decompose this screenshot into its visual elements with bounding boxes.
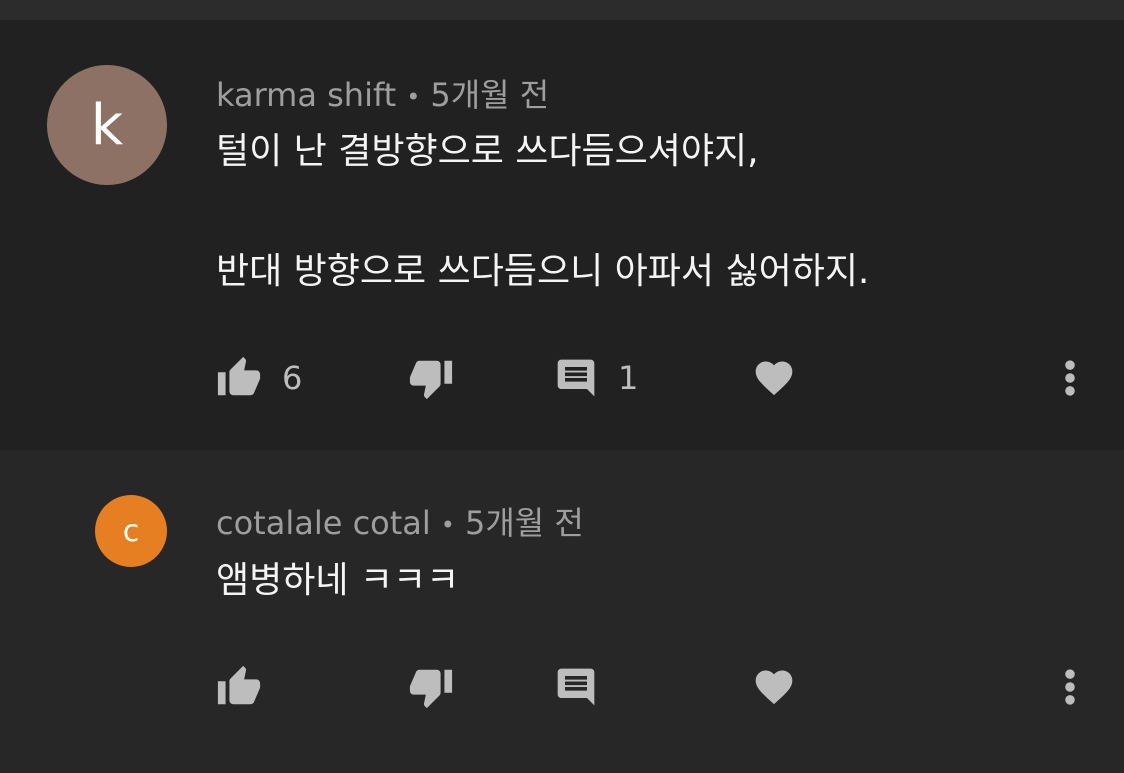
comment-text: 앰병하네 ㅋㅋㅋ [216, 551, 459, 611]
meta-separator: • [440, 511, 455, 539]
comment-author[interactable]: cotalale cotal [216, 504, 431, 542]
top-divider [0, 0, 1124, 20]
comment-text-line: 털이 난 결방향으로 쓰다듬으셔야지, [216, 131, 759, 172]
heart-icon [755, 361, 793, 396]
comment-text-line: 앰병하네 ㅋㅋㅋ [216, 560, 460, 601]
avatar[interactable]: c [95, 495, 167, 567]
comment-item: k karma shift • 5개월 전 털이 난 결방향으로 쓰다듬으셔야지, … [0, 20, 1124, 450]
comment-meta: cotalale cotal • 5개월 전 [216, 498, 584, 544]
like-count: 6 [282, 359, 303, 397]
dislike-button[interactable] [408, 348, 454, 408]
comment-meta: karma shift • 5개월 전 [216, 70, 549, 116]
dislike-button[interactable] [408, 657, 454, 717]
more-vert-icon [1065, 669, 1075, 705]
comment-icon [557, 668, 595, 706]
comment-item: c cotalale cotal • 5개월 전 앰병하네 ㅋㅋㅋ [0, 450, 1124, 773]
more-button[interactable] [1058, 348, 1082, 408]
reply-count: 1 [618, 359, 639, 397]
comment-time: 5개월 전 [430, 76, 550, 114]
comment-text-line: 반대 방향으로 쓰다듬으니 아파서 싫어하지. [216, 251, 870, 292]
thumbs-down-icon [409, 360, 453, 400]
heart-button[interactable] [752, 348, 796, 408]
heart-icon [755, 670, 793, 705]
avatar-letter: k [90, 92, 124, 158]
comment-actions [0, 657, 1124, 717]
comment-time: 5개월 전 [464, 504, 584, 542]
reply-button[interactable] [554, 657, 618, 717]
comment-text-line [216, 182, 869, 242]
comment-actions: 6 1 [0, 348, 1124, 408]
reply-button[interactable]: 1 [554, 348, 638, 408]
thumbs-down-icon [409, 669, 453, 709]
heart-button[interactable] [752, 657, 796, 717]
comment-text: 털이 난 결방향으로 쓰다듬으셔야지, 반대 방향으로 쓰다듬으니 아파서 싫어… [216, 122, 869, 302]
avatar-letter: c [122, 513, 140, 549]
more-button[interactable] [1058, 657, 1082, 717]
avatar[interactable]: k [47, 65, 167, 185]
thumbs-up-icon [217, 665, 261, 705]
thumbs-up-icon [217, 356, 261, 396]
comment-icon [557, 359, 595, 397]
like-button[interactable]: 6 [216, 348, 302, 408]
like-button[interactable] [216, 657, 282, 717]
more-vert-icon [1065, 360, 1075, 396]
meta-separator: • [406, 83, 421, 111]
comment-author[interactable]: karma shift [216, 76, 396, 114]
